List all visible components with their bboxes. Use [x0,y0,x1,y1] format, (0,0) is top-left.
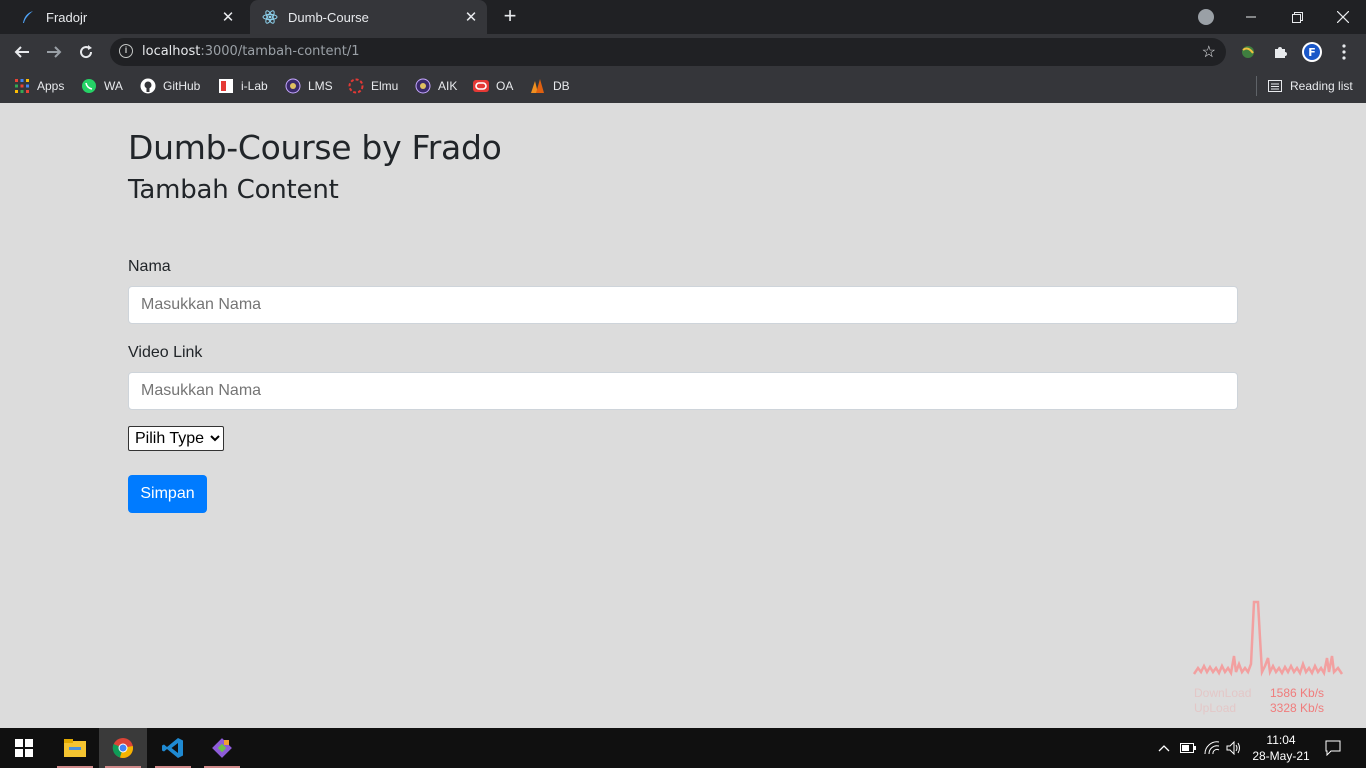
bookmark-lms[interactable]: LMS [285,76,333,96]
bookmark-github[interactable]: GitHub [140,76,200,96]
download-label: DownLoad [1194,686,1252,700]
bookmark-label: OA [496,79,514,93]
tab-title: Dumb-Course [288,9,369,25]
type-select[interactable]: Pilih Type [128,426,224,451]
tray-chevron-up-icon[interactable] [1154,728,1174,768]
bookmark-elmu[interactable]: Elmu [348,76,398,96]
close-tab-icon[interactable]: ✕ [218,7,238,27]
aik-icon [415,78,431,94]
db-icon [531,79,544,93]
start-windows-icon[interactable] [0,728,48,768]
video-link-input[interactable] [128,372,1238,410]
reading-list-icon [1268,80,1282,92]
bookmark-label: AIK [438,79,458,93]
restore-icon[interactable] [1274,0,1320,34]
url-path: :3000/tambah-content/1 [200,44,360,59]
feather-icon [20,9,36,25]
wifi-icon[interactable] [1202,728,1222,768]
minimize-icon[interactable] [1228,0,1274,34]
reading-list-button[interactable]: Reading list [1267,76,1353,96]
reading-list-label: Reading list [1290,79,1353,93]
bookmark-apps[interactable]: Apps [14,76,64,96]
bookmark-aik[interactable]: AIK [415,76,457,96]
page-title: Dumb-Course by Frado [128,128,502,167]
tab-search-icon[interactable] [1198,9,1214,25]
battery-icon[interactable] [1178,728,1198,768]
volume-icon[interactable] [1224,728,1244,768]
extension-globe-icon[interactable] [1236,40,1260,64]
bookmark-label: WA [104,79,123,93]
close-tab-icon[interactable]: ✕ [461,7,481,27]
url-text: localhost:3000/tambah-content/1 [142,44,360,59]
url-host: localhost [142,44,201,59]
back-arrow-icon[interactable] [10,40,34,64]
nama-label: Nama [128,258,171,275]
bookmark-db[interactable]: DB [530,76,570,96]
notification-center-icon[interactable] [1320,728,1346,768]
bookmark-label: DB [553,79,570,93]
ilab-icon [219,79,233,93]
file-explorer-icon[interactable] [51,728,99,768]
bookmark-star-icon[interactable]: ☆ [1202,42,1216,62]
bookmark-label: Apps [37,79,65,93]
address-bar[interactable]: i localhost:3000/tambah-content/1 ☆ [110,38,1226,66]
whatsapp-icon [82,79,96,93]
github-icon [140,78,156,94]
bookmarks-divider [1256,76,1257,96]
bookmark-label: i-Lab [241,79,268,93]
lms-icon [285,78,301,94]
bookmark-wa[interactable]: WA [81,76,123,96]
forward-arrow-icon[interactable] [42,40,66,64]
upload-value: 3328 Kb/s [1270,701,1325,715]
network-graph [1192,600,1344,677]
site-info-icon[interactable]: i [119,44,133,58]
close-window-icon[interactable] [1320,0,1366,34]
nama-input[interactable] [128,286,1238,324]
tab-dumb-course[interactable]: Dumb-Course ✕ [250,0,487,34]
bookmark-ilab[interactable]: i-Lab [218,76,268,96]
extensions-puzzle-icon[interactable] [1268,40,1292,64]
browser-tab-strip: Fradojr ✕ Dumb-Course ✕ + [0,0,1366,34]
video-link-label: Video Link [128,344,203,361]
oa-icon [473,80,489,92]
download-value: 1586 Kb/s [1270,686,1325,700]
svg-text:F: F [1308,46,1316,59]
page-content: Dumb-Course by Frado Tambah Content Nama… [0,103,1366,728]
profile-avatar[interactable]: F [1300,40,1324,64]
tab-title: Fradojr [46,9,88,25]
bookmark-label: LMS [308,79,333,93]
taskbar-clock[interactable]: 11:04 28-May-21 [1246,732,1316,764]
menu-kebab-icon[interactable] [1332,40,1356,64]
bookmark-label: Elmu [371,79,399,93]
simpan-button[interactable]: Simpan [128,475,207,513]
tab-fradojr[interactable]: Fradojr ✕ [8,0,244,34]
reload-icon[interactable] [74,40,98,64]
clock-date: 28-May-21 [1252,749,1310,763]
browser-toolbar: i localhost:3000/tambah-content/1 ☆ F [0,34,1366,70]
apps-grid-icon [15,79,29,93]
clock-time: 11:04 [1266,733,1296,747]
git-gui-icon[interactable] [198,728,246,768]
new-tab-button[interactable]: + [498,5,522,29]
upload-label: UpLoad [1194,701,1237,715]
bookmark-label: GitHub [163,79,201,93]
elmu-icon [348,78,364,94]
chrome-icon[interactable] [99,728,147,768]
network-meter: DownLoad 1586 Kb/s UpLoad 3328 Kb/s [1192,598,1344,718]
vscode-icon[interactable] [149,728,197,768]
page-subtitle: Tambah Content [128,175,339,205]
react-icon [262,9,278,25]
bookmarks-bar: Apps WA GitHub i-Lab LMS Elmu AIK OA DB … [0,70,1366,103]
bookmark-oa[interactable]: OA [473,76,513,96]
windows-taskbar: 11:04 28-May-21 [0,728,1366,768]
